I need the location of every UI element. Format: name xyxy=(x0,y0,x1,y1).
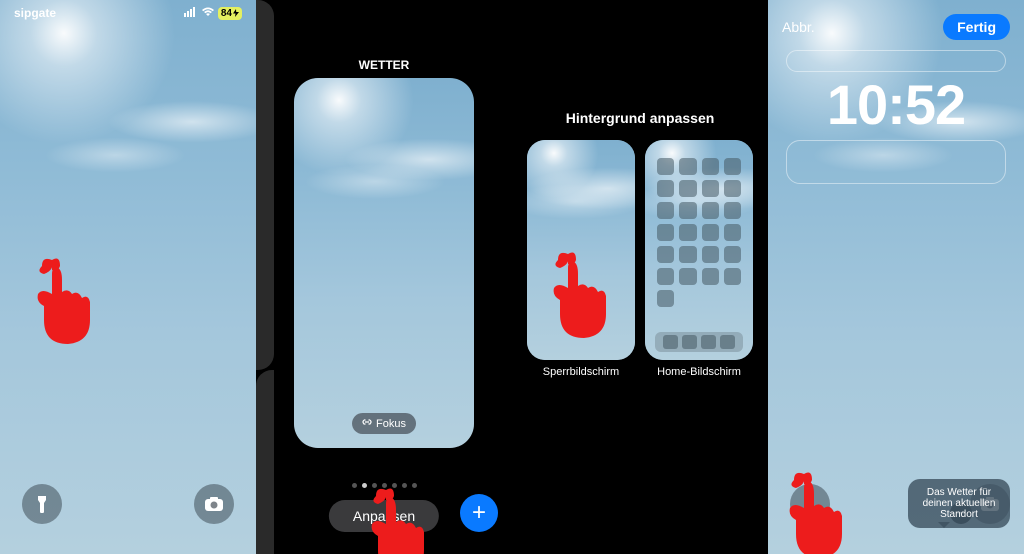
done-button[interactable]: Fertig xyxy=(943,14,1010,40)
adjust-title: Hintergrund anpassen xyxy=(512,110,768,126)
customize-button[interactable]: Anpassen xyxy=(329,500,439,532)
widget-slot[interactable] xyxy=(786,140,1006,184)
wallpaper-sky xyxy=(0,0,256,554)
date-widget-slot[interactable] xyxy=(786,50,1006,72)
signal-icon xyxy=(184,6,198,20)
category-label: WETTER xyxy=(256,58,512,72)
lockscreen-thumb[interactable]: 10:52 xyxy=(527,140,635,360)
wallpaper-card[interactable]: 10:52 Fokus xyxy=(294,78,474,448)
lockscreen-edit: Abbr. Fertig 10:52 – Das Wetter für dein… xyxy=(768,0,1024,554)
dock xyxy=(655,332,743,352)
cancel-button[interactable]: Abbr. xyxy=(782,19,815,35)
adjust-background: Hintergrund anpassen 10:52 Sperrbildschi… xyxy=(512,0,768,554)
edit-time[interactable]: 10:52 xyxy=(768,72,1024,137)
flashlight-button[interactable] xyxy=(790,484,830,524)
prev-card-sliver[interactable] xyxy=(256,0,274,370)
homescreen-thumb-label: Home-Bildschirm xyxy=(657,366,741,378)
page-dots xyxy=(256,483,512,488)
carrier-label: sipgate xyxy=(14,6,56,20)
add-button[interactable]: + xyxy=(460,494,498,532)
wallpaper-gallery: WETTER 10:52 Fokus Anpassen + xyxy=(256,0,512,554)
plus-icon: + xyxy=(472,499,486,527)
battery-badge: 84 xyxy=(218,7,242,20)
next-card-sliver[interactable] xyxy=(256,370,274,554)
link-icon xyxy=(362,417,372,430)
status-bar: sipgate 84 xyxy=(0,6,256,20)
focus-pill[interactable]: Fokus xyxy=(352,413,416,434)
wifi-icon xyxy=(201,6,215,20)
lockscreen-normal: sipgate 84 Di. 1. 12° 10:52 xyxy=(0,0,256,554)
camera-button[interactable] xyxy=(194,484,234,524)
app-grid xyxy=(657,158,741,348)
lockscreen-thumb-label: Sperrbildschirm xyxy=(543,366,619,378)
flashlight-button[interactable] xyxy=(22,484,62,524)
homescreen-thumb[interactable] xyxy=(645,140,753,360)
weather-tooltip: Das Wetter für deinen aktuellen Standort xyxy=(908,479,1010,528)
